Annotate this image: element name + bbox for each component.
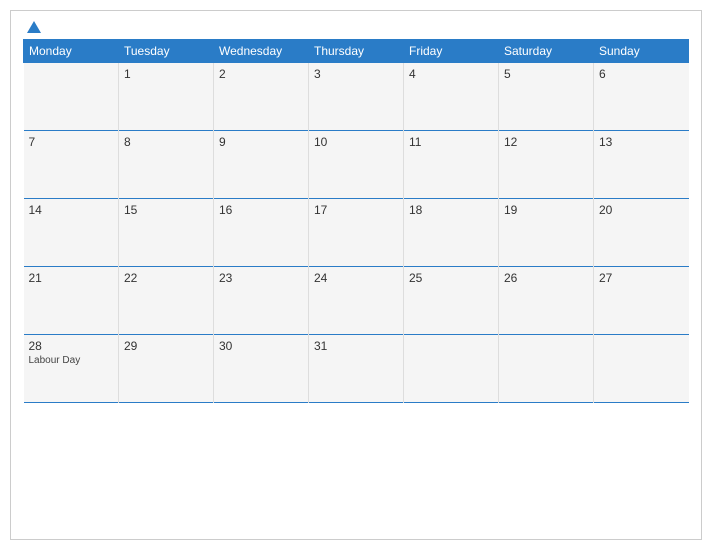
week-row-1: 123456 — [24, 63, 689, 131]
day-number: 15 — [124, 203, 208, 217]
day-number: 9 — [219, 135, 303, 149]
calendar-cell: 25 — [404, 267, 499, 335]
calendar-cell: 7 — [24, 131, 119, 199]
day-number: 30 — [219, 339, 303, 353]
calendar-table: MondayTuesdayWednesdayThursdayFridaySatu… — [23, 39, 689, 403]
day-number: 3 — [314, 67, 398, 81]
day-number: 5 — [504, 67, 588, 81]
calendar-cell: 18 — [404, 199, 499, 267]
day-number: 19 — [504, 203, 588, 217]
weekday-header-row: MondayTuesdayWednesdayThursdayFridaySatu… — [24, 40, 689, 63]
day-number: 11 — [409, 135, 493, 149]
day-number: 4 — [409, 67, 493, 81]
day-number: 27 — [599, 271, 684, 285]
logo-triangle-icon — [27, 21, 41, 33]
calendar-cell: 10 — [309, 131, 404, 199]
calendar-cell: 8 — [119, 131, 214, 199]
weekday-header-sunday: Sunday — [594, 40, 689, 63]
weekday-header-tuesday: Tuesday — [119, 40, 214, 63]
calendar-cell: 22 — [119, 267, 214, 335]
calendar-cell: 15 — [119, 199, 214, 267]
week-row-4: 21 22 23 24 25 26 27 — [24, 267, 689, 335]
calendar-cell: 4 — [404, 63, 499, 131]
day-number: 22 — [124, 271, 208, 285]
day-number: 1 — [124, 67, 208, 81]
day-number: 6 — [599, 67, 684, 81]
calendar-cell: 11 — [404, 131, 499, 199]
calendar-cell: 29 — [119, 335, 214, 403]
calendar-cell: 26 — [499, 267, 594, 335]
weekday-header-thursday: Thursday — [309, 40, 404, 63]
day-number: 18 — [409, 203, 493, 217]
day-number: 23 — [219, 271, 303, 285]
calendar-cell: 6 — [594, 63, 689, 131]
day-number: 26 — [504, 271, 588, 285]
calendar-cell: 13 — [594, 131, 689, 199]
week-row-5: 28 Labour Day 29 30 31 — [24, 335, 689, 403]
calendar-cell: 2 — [214, 63, 309, 131]
weekday-header-friday: Friday — [404, 40, 499, 63]
day-number: 31 — [314, 339, 398, 353]
day-number: 14 — [29, 203, 114, 217]
day-number: 16 — [219, 203, 303, 217]
day-number: 17 — [314, 203, 398, 217]
calendar-cell: 12 — [499, 131, 594, 199]
calendar-cell: 19 — [499, 199, 594, 267]
calendar-cell: 27 — [594, 267, 689, 335]
calendar-cell: 28 Labour Day — [24, 335, 119, 403]
calendar-cell — [499, 335, 594, 403]
calendar-cell: 17 — [309, 199, 404, 267]
calendar-header — [23, 21, 689, 33]
day-number: 25 — [409, 271, 493, 285]
calendar-cell: 31 — [309, 335, 404, 403]
day-number: 7 — [29, 135, 114, 149]
calendar-cell: 5 — [499, 63, 594, 131]
weekday-header-wednesday: Wednesday — [214, 40, 309, 63]
weekday-header-saturday: Saturday — [499, 40, 594, 63]
week-row-2: 789 10 11 12 13 — [24, 131, 689, 199]
weekday-header-monday: Monday — [24, 40, 119, 63]
calendar-cell: 24 — [309, 267, 404, 335]
calendar-cell: 23 — [214, 267, 309, 335]
calendar-container: MondayTuesdayWednesdayThursdayFridaySatu… — [10, 10, 702, 540]
calendar-cell: 1 — [119, 63, 214, 131]
calendar-cell: 30 — [214, 335, 309, 403]
day-number: 10 — [314, 135, 398, 149]
day-number: 24 — [314, 271, 398, 285]
logo — [23, 21, 41, 33]
calendar-cell: 9 — [214, 131, 309, 199]
calendar-cell: 14 — [24, 199, 119, 267]
calendar-cell — [24, 63, 119, 131]
calendar-cell: 20 — [594, 199, 689, 267]
day-number: 8 — [124, 135, 208, 149]
calendar-cell: 3 — [309, 63, 404, 131]
day-number: 12 — [504, 135, 588, 149]
week-row-3: 14 15 16 17 18 19 20 — [24, 199, 689, 267]
calendar-cell — [594, 335, 689, 403]
calendar-cell: 21 — [24, 267, 119, 335]
day-number: 20 — [599, 203, 684, 217]
day-number: 13 — [599, 135, 684, 149]
day-number: 28 — [29, 339, 114, 353]
day-number: 2 — [219, 67, 303, 81]
calendar-cell: 16 — [214, 199, 309, 267]
day-number: 21 — [29, 271, 114, 285]
calendar-cell — [404, 335, 499, 403]
day-number: 29 — [124, 339, 208, 353]
event-label: Labour Day — [29, 355, 114, 366]
